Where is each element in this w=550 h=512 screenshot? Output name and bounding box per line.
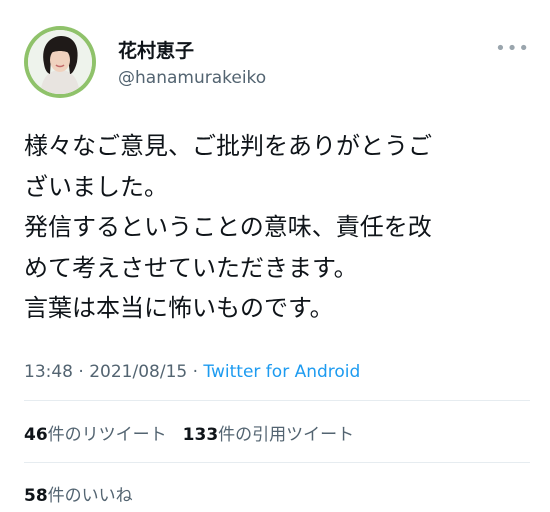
avatar-photo <box>28 30 92 94</box>
profile-photo-icon <box>28 30 92 94</box>
meta-separator: · <box>187 362 204 382</box>
author-handle[interactable]: @hanamurakeiko <box>118 68 266 88</box>
more-options-icon[interactable]: ••• <box>495 38 530 59</box>
tweet-header: 花村恵子 @hanamurakeiko ••• <box>24 26 530 100</box>
quotes-label: 件の引用ツイート <box>218 425 355 445</box>
retweets-count: 46 <box>24 425 48 445</box>
divider <box>24 400 530 401</box>
retweet-quote-stats: 46件のリツイート 133件の引用ツイート <box>24 420 354 445</box>
tweet-text: 様々なご意見、ご批判をありがとうご ざいました。 発信するということの意味、責任… <box>24 132 432 322</box>
meta-separator: · <box>73 362 90 382</box>
tweet-source-link[interactable]: Twitter for Android <box>203 362 360 382</box>
likes-stat[interactable]: 58件のいいね <box>24 481 133 506</box>
tweet-time[interactable]: 13:48 <box>24 362 73 382</box>
divider <box>24 462 530 463</box>
author-display-name[interactable]: 花村恵子 <box>118 36 194 63</box>
likes-count: 58 <box>24 486 48 506</box>
quotes-count: 133 <box>182 425 219 445</box>
tweet-meta: 13:48 · 2021/08/15 · Twitter for Android <box>24 362 360 382</box>
avatar[interactable] <box>24 26 96 98</box>
retweets-label: 件のリツイート <box>47 425 167 445</box>
retweets-stat[interactable]: 46件のリツイート <box>24 425 167 445</box>
tweet-date[interactable]: 2021/08/15 <box>89 362 187 382</box>
quotes-stat[interactable]: 133件の引用ツイート <box>183 425 355 445</box>
likes-label: 件のいいね <box>47 486 133 506</box>
